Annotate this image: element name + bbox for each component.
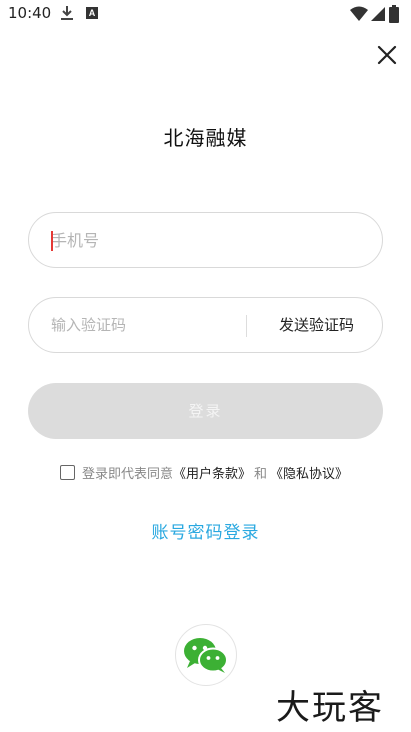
phone-input[interactable] <box>51 213 351 267</box>
field-divider <box>246 315 247 337</box>
app-title: 北海融媒 <box>163 126 248 150</box>
a-icon: A <box>86 7 98 19</box>
agreement-checkbox[interactable] <box>60 464 75 480</box>
wechat-login-button[interactable] <box>175 624 237 686</box>
status-time: 10:40 <box>8 4 52 22</box>
download-icon <box>60 5 74 25</box>
signal-icon <box>370 6 386 26</box>
account-password-login-link[interactable]: 账号密码登录 <box>0 518 411 543</box>
login-button[interactable]: 登录 <box>28 383 383 439</box>
verification-code-field[interactable]: 发送验证码 <box>28 297 383 353</box>
status-bar: 10:40 A <box>0 0 411 28</box>
terms-link[interactable]: 《用户条款》 <box>173 463 251 482</box>
close-button[interactable] <box>372 40 402 70</box>
agreement-row: 登录即代表同意 《用户条款》 和 《隐私协议》 <box>60 462 348 482</box>
close-icon <box>377 45 397 65</box>
verification-code-input[interactable] <box>51 298 241 352</box>
wifi-icon <box>350 6 368 26</box>
agreement-prefix: 登录即代表同意 <box>82 466 174 482</box>
privacy-link[interactable]: 《隐私协议》 <box>270 463 348 482</box>
watermark-logo: 大玩客 <box>276 688 384 728</box>
battery-icon <box>389 5 399 27</box>
phone-field[interactable] <box>28 212 383 268</box>
agreement-and: 和 <box>254 466 268 482</box>
send-code-button[interactable]: 发送验证码 <box>259 298 374 352</box>
text-caret <box>51 231 53 251</box>
wechat-icon <box>184 638 228 673</box>
